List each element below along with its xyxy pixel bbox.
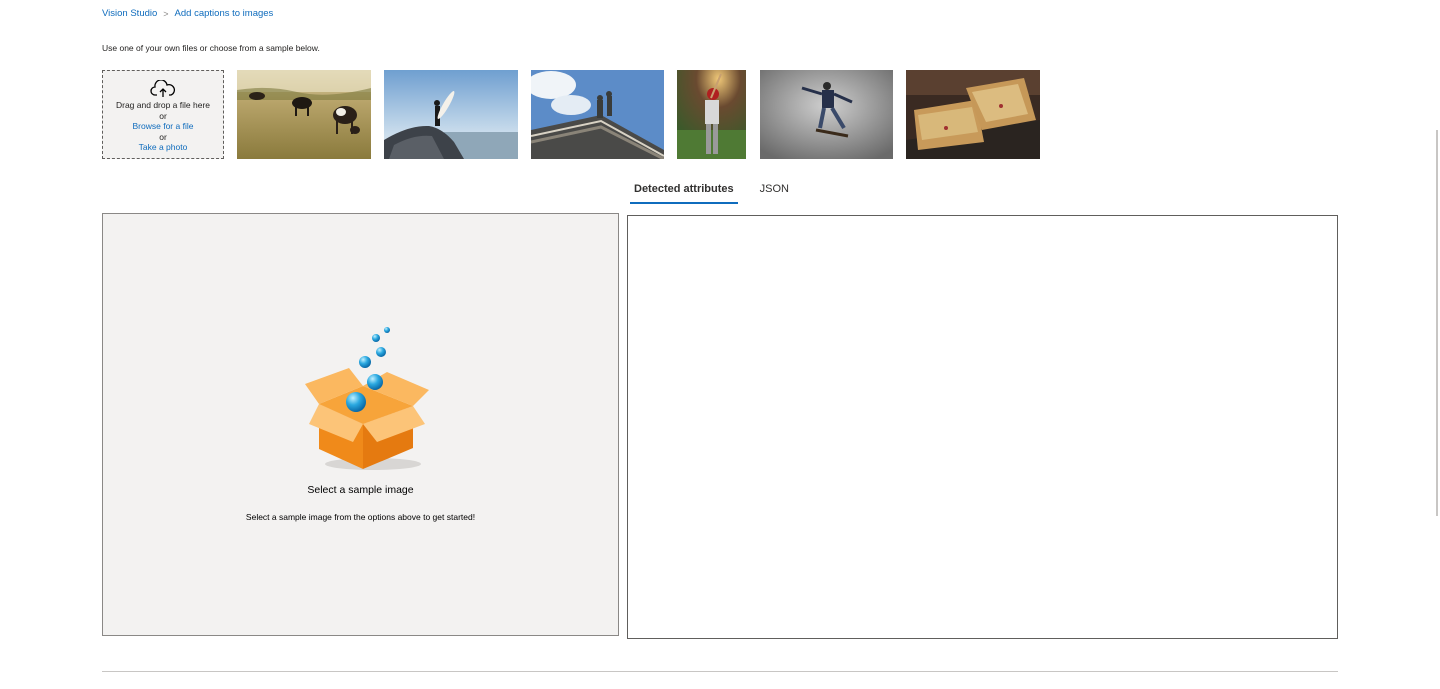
- instructions-text: Use one of your own files or choose from…: [102, 43, 320, 53]
- open-box-icon: [305, 327, 429, 470]
- page-scrollbar[interactable]: [1436, 130, 1438, 516]
- take-photo-link[interactable]: Take a photo: [139, 142, 188, 153]
- or-label: or: [159, 131, 167, 142]
- result-tabs: Detected attributes JSON: [630, 178, 793, 204]
- browse-file-link[interactable]: Browse for a file: [133, 121, 194, 132]
- or-label: or: [159, 110, 167, 121]
- sample-image-baseball[interactable]: [677, 70, 746, 159]
- cloud-upload-icon: [150, 80, 175, 98]
- sample-image-sandwich[interactable]: [906, 70, 1040, 159]
- sample-image-skateboarder[interactable]: [760, 70, 893, 159]
- breadcrumb-current[interactable]: Add captions to images: [175, 8, 274, 19]
- sample-image-cows[interactable]: [237, 70, 371, 159]
- sample-image-statues[interactable]: [531, 70, 664, 159]
- empty-state-subtitle: Select a sample image from the options a…: [245, 512, 476, 522]
- bottom-divider: [102, 671, 1338, 672]
- drag-drop-label: Drag and drop a file here: [115, 100, 211, 111]
- upload-dropzone[interactable]: Drag and drop a file here or Browse for …: [102, 70, 224, 159]
- empty-state-title: Select a sample image: [307, 484, 414, 496]
- image-preview-panel: Select a sample image Select a sample im…: [102, 213, 619, 636]
- breadcrumb-separator: >: [163, 8, 169, 19]
- sample-image-surfer[interactable]: [384, 70, 518, 159]
- results-panel: [627, 215, 1338, 639]
- breadcrumb-vision-studio[interactable]: Vision Studio: [102, 8, 157, 19]
- tab-json[interactable]: JSON: [756, 178, 793, 204]
- tab-detected-attributes[interactable]: Detected attributes: [630, 178, 738, 204]
- breadcrumb: Vision Studio > Add captions to images: [102, 8, 273, 19]
